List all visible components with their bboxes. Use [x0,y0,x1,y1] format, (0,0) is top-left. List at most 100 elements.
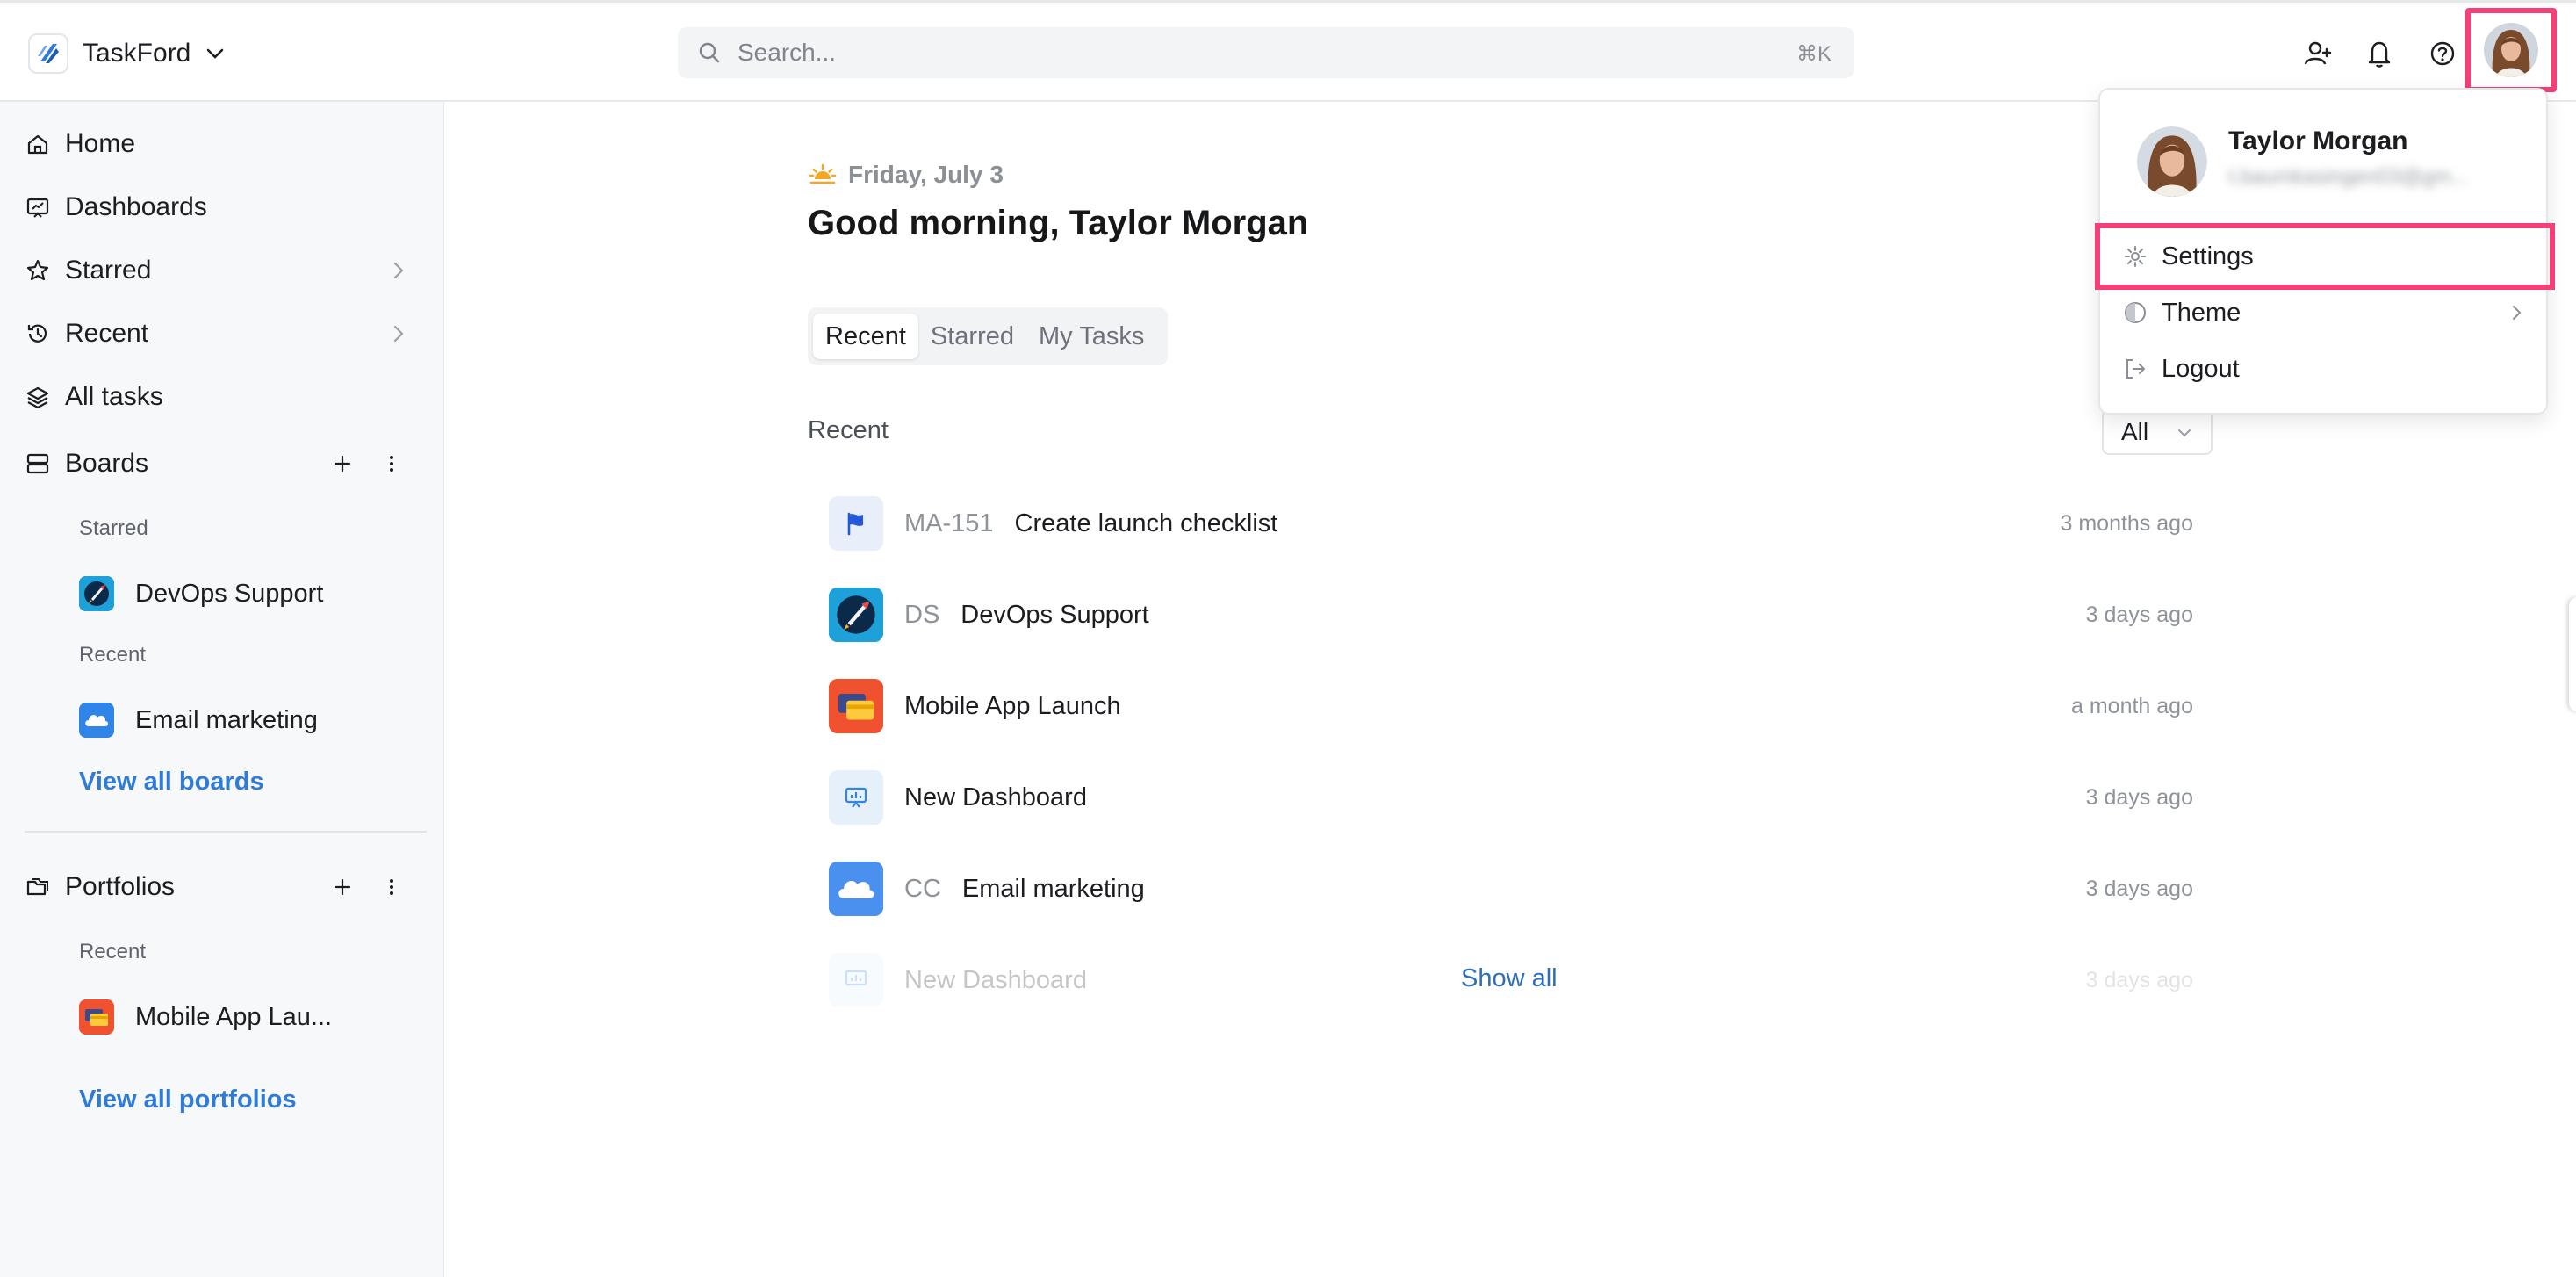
menu-item-label: Theme [2162,298,2241,327]
avatar [2137,126,2207,197]
more-options-icon[interactable] [378,450,406,478]
menu-item-label: Settings [2162,242,2254,271]
row-title: New Dashboard [904,783,1087,812]
sidebar-item-label: All tasks [65,382,163,411]
tab-my-tasks[interactable]: My Tasks [1026,314,1156,359]
sidebar-item-label: Home [65,129,136,158]
rocket-icon [79,576,114,611]
current-date: Friday, July 3 [848,161,1004,188]
chevron-right-icon [393,325,404,343]
row-time: a month ago [2071,693,2193,718]
board-item-devops-support[interactable]: DevOps Support [79,569,323,618]
view-all-boards-link[interactable]: View all boards [79,768,264,797]
row-time: 3 days ago [2085,876,2193,901]
user-menu: Taylor Morgan t.baumkasingen03@gm... Set… [2095,88,2555,415]
row-time: 3 months ago [2060,510,2194,536]
search-icon [699,42,720,63]
portfolios-recent-label: Recent [79,940,147,963]
edge-handle [2569,597,2576,711]
tab-starred[interactable]: Starred [918,314,1026,359]
boards-starred-label: Starred [79,516,148,540]
chevron-down-icon [2178,429,2191,437]
layers-icon [25,384,51,410]
theme-menu-item[interactable]: Theme [2100,285,2546,341]
workspace-switcher[interactable]: TaskFord [28,29,227,78]
user-email: t.baumkasingen03@gm... [2228,165,2469,189]
row-time: 3 days ago [2085,967,2193,992]
boards-icon [25,451,51,477]
chevron-right-icon [2513,306,2522,320]
add-board-icon[interactable] [328,450,356,478]
add-portfolio-icon[interactable] [328,873,356,901]
dashboard-icon [829,770,883,825]
sidebar-item-all-tasks[interactable]: All tasks [25,372,411,422]
row-title: New Dashboard [904,965,1087,994]
cards-icon [829,679,883,733]
cloud-icon [829,862,883,916]
row-title: DevOps Support [961,600,1149,629]
dashboard-icon [829,953,883,1007]
theme-icon [2125,302,2146,323]
tab-recent[interactable]: Recent [813,314,918,359]
row-key: MA-151 [904,509,994,537]
user-name: Taylor Morgan [2228,126,2408,155]
dashboard-icon [25,194,51,220]
date-row: Friday, July 3 [808,160,1004,190]
sidebar-item-home[interactable]: Home [25,119,411,169]
taskford-logo-icon [28,33,68,74]
recent-row[interactable]: New Dashboard 3 days ago [829,769,2193,826]
board-item-email-marketing[interactable]: Email marketing [79,696,318,745]
recent-filter-select[interactable]: All [2102,409,2213,455]
sidebar-item-label: Starred [65,256,152,285]
sidebar-item-label: Dashboards [65,192,207,221]
boards-label: Boards [65,449,149,478]
logout-menu-item[interactable]: Logout [2100,341,2546,397]
home-tabs: Recent Starred My Tasks [808,307,1168,365]
sidebar-item-dashboards[interactable]: Dashboards [25,183,411,232]
sunrise-icon [809,163,837,184]
sidebar-section-boards[interactable]: Boards [25,439,411,488]
sidebar-divider [25,831,427,833]
invite-user-icon[interactable] [2300,36,2335,71]
avatar [2484,23,2538,77]
row-time: 3 days ago [2085,784,2193,810]
show-all-link[interactable]: Show all [1461,964,1558,993]
sidebar-item-label: Recent [65,319,149,348]
recent-row[interactable]: DS DevOps Support 3 days ago [829,587,2193,643]
settings-menu-item[interactable]: Settings [2095,223,2555,290]
recent-row[interactable]: Mobile App Launch a month ago [829,678,2193,734]
more-options-icon[interactable] [378,873,406,901]
gear-icon [2125,246,2146,267]
sidebar: Home Dashboards Starred Recent All tasks… [0,102,444,1277]
recent-row[interactable]: CC Email marketing 3 days ago [829,861,2193,917]
user-avatar-button[interactable] [2465,8,2557,92]
star-icon [25,257,51,284]
row-title: Create launch checklist [1014,509,1278,537]
row-title: Mobile App Launch [904,691,1121,720]
portfolios-label: Portfolios [65,872,176,901]
top-bar: TaskFord ⌘K [0,0,2576,102]
search-input[interactable] [738,27,1703,78]
portfolio-item-mobile-app-launch[interactable]: Mobile App Lau... [79,992,332,1042]
row-key: DS [904,600,940,629]
app-name: TaskFord [83,39,191,68]
portfolio-item-label: Mobile App Lau... [135,1002,333,1031]
row-key: CC [904,874,941,903]
filter-value: All [2121,418,2149,445]
flag-icon [829,496,883,551]
board-item-label: Email marketing [135,705,318,734]
bell-icon[interactable] [2362,36,2397,71]
sidebar-item-recent[interactable]: Recent [25,309,411,358]
chevron-right-icon [393,262,404,279]
cards-icon [79,999,114,1035]
view-all-portfolios-link[interactable]: View all portfolios [79,1086,297,1115]
chevron-down-icon [207,48,224,59]
sidebar-section-portfolios[interactable]: Portfolios [25,862,411,912]
search-bar[interactable]: ⌘K [678,27,1854,78]
rocket-icon [829,588,883,642]
sidebar-item-starred[interactable]: Starred [25,246,411,295]
recent-row[interactable]: MA-151 Create launch checklist 3 months … [829,495,2193,552]
help-icon[interactable] [2425,36,2460,71]
section-label: Recent [808,416,889,444]
row-title: Email marketing [961,874,1145,903]
